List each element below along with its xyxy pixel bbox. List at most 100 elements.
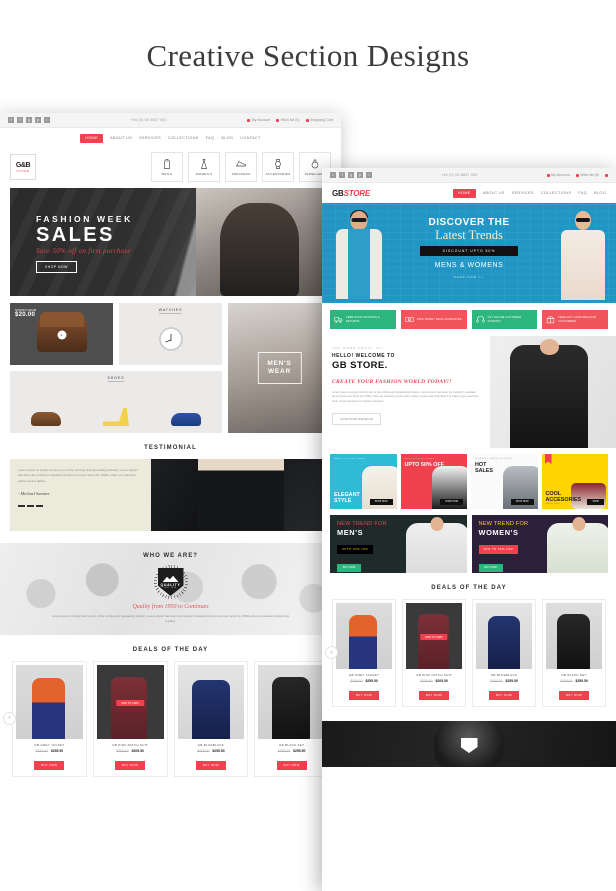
nav-item-collections[interactable]: COLLECTIONS <box>541 191 572 195</box>
service-gift-card[interactable]: FREE GIFT CARD REGULAR CUSTOMERS <box>542 310 608 329</box>
product-image: ADD TO CART <box>406 603 462 669</box>
mountain-icon <box>162 575 179 582</box>
nav-item-home[interactable]: HOME <box>80 133 103 143</box>
nav-links-a: HOME ABOUT US SERVICES COLLECTIONS FAQ B… <box>80 133 261 143</box>
promo-shop-now-button[interactable]: SHOP NOW <box>510 499 534 505</box>
promo-sub: SAVE 30% <box>545 503 561 505</box>
product-card[interactable]: ADD TO CART GB PINK PATCH SUIT $395.50 $2… <box>402 599 466 707</box>
sneaker-icon <box>235 161 246 167</box>
promo-card-hot-sales[interactable]: WOMEN'S FASHION WEEK HOT SALES SHOP NOW <box>471 454 538 509</box>
nav-item-blog[interactable]: BLOG <box>221 136 233 140</box>
service-money-back[interactable]: 100% MONEY BACK GUARANTEE <box>400 310 467 329</box>
nav-item-faq[interactable]: FAQ <box>578 191 587 195</box>
grid-cell-shoes[interactable]: SHOES <box>10 371 222 433</box>
google-plus-icon[interactable]: g <box>348 172 354 178</box>
hero-shop-now-button[interactable]: SHOP NOW <box>36 261 77 273</box>
deals-prev-arrow-a[interactable]: ‹ <box>3 711 16 725</box>
nav-item-faq[interactable]: FAQ <box>206 136 215 140</box>
hero-male-model <box>326 210 392 303</box>
shoe-yellow-heel <box>103 408 129 426</box>
truck-icon <box>334 317 343 323</box>
testimonial-pager[interactable] <box>18 505 143 508</box>
google-plus-icon[interactable]: g <box>26 117 32 123</box>
continue-reading-button[interactable]: CONTINUE READING <box>332 413 382 426</box>
product-card[interactable]: GB BLUEBLACK $395.50 $255.50 BUY NOW <box>173 661 249 777</box>
category-mens[interactable]: MEN'S <box>151 152 183 182</box>
grid-cell-watches[interactable]: WATCHES <box>119 303 222 365</box>
product-card[interactable]: GB GREY JACKET $395.50 $255.50 BUY NOW <box>12 661 87 777</box>
twitter-icon[interactable]: t <box>330 172 336 178</box>
facebook-icon[interactable]: f <box>17 117 23 123</box>
add-to-cart-badge[interactable]: ADD TO CART <box>420 634 448 641</box>
buy-now-button[interactable]: BUY NOW <box>418 690 450 700</box>
grid-cell-bag[interactable]: STARTS FROM $20.00 ⌕ <box>10 303 113 365</box>
my-account-link[interactable]: My Account <box>546 173 570 177</box>
nav-item-blog[interactable]: BLOG <box>594 191 606 195</box>
facebook-icon[interactable]: f <box>339 172 345 178</box>
watch-image <box>158 326 183 351</box>
pinterest-icon[interactable]: p <box>357 172 363 178</box>
product-card[interactable]: GB BLACK SET $395.50 $255.50 BUY NOW <box>542 599 606 707</box>
promo-cards-row: MEN'S COLLECTIONS ELEGANT STYLE SHOP NOW… <box>322 448 616 509</box>
product-price: $395.50 $255.50 <box>258 749 325 753</box>
hero-b-shop-now[interactable]: SHOP NOW >> <box>414 275 524 279</box>
nav-item-about-us[interactable]: ABOUT US <box>110 136 132 140</box>
service-free-shipping[interactable]: FREE DOOR SHIPPING & RETURNS <box>330 310 396 329</box>
cart-link[interactable] <box>605 173 608 177</box>
testimonial-image <box>151 459 331 531</box>
product-card[interactable]: GB BLUEBLACK $395.50 $255.50 BUY NOW <box>472 599 536 707</box>
logo-part2: STORE <box>343 188 371 198</box>
trend-buy-now-button[interactable]: BUY NOW <box>337 563 362 572</box>
promo-shop-now-button[interactable]: SHOP NOW <box>440 499 463 505</box>
buy-now-button[interactable]: BUY NOW <box>276 760 307 770</box>
product-card[interactable]: ADD TO CART GB PINK PATCH SUIT $395.50 $2… <box>92 661 168 777</box>
category-accessories[interactable]: ACCESSORIES <box>262 152 294 182</box>
trend-banner-womens[interactable]: NEW TREND FOR WOMEN'S 35% TO 50% OFF BUY… <box>471 515 608 573</box>
buy-now-button[interactable]: BUY NOW <box>34 760 65 770</box>
trend-banners-row: NEW TREND FOR MEN'S UPTO 50% OFF BUY NOW… <box>322 509 616 573</box>
trend-buy-now-button[interactable]: BUY NOW <box>478 563 503 572</box>
promo-card-upto-50-off[interactable]: KID'S COLLECTIONS UPTO 50% OFF SHOP NOW <box>400 454 467 509</box>
promo-shop-now-button[interactable]: SHOP NOW <box>369 499 393 505</box>
product-name: GB PINK PATCH SUIT <box>112 743 149 747</box>
category-sneakers[interactable]: SNEAKERS <box>225 152 257 182</box>
wishlist-link[interactable]: Wish list (0) <box>575 173 599 177</box>
nav-item-collections[interactable]: COLLECTIONS <box>168 136 199 140</box>
add-to-cart-badge[interactable]: ADD TO CART <box>116 700 144 707</box>
promo-card-elegant-style[interactable]: MEN'S COLLECTIONS ELEGANT STYLE SHOP NOW <box>330 454 397 509</box>
category-sneakers-label: SNEAKERS <box>231 172 251 176</box>
magnifier-icon[interactable]: ⌕ <box>57 330 66 340</box>
service-customer-support[interactable]: 24/7 ONLINE CUSTOMER SUPPORT <box>471 310 538 329</box>
product-old-price: $395.50 <box>35 749 48 753</box>
nav-item-services[interactable]: SERVICES <box>512 191 534 195</box>
nav-item-services[interactable]: SERVICES <box>139 136 161 140</box>
nav-item-contact[interactable]: CONTACT <box>240 136 261 140</box>
site-logo-b[interactable]: GBSTORE <box>332 189 370 198</box>
buy-now-button[interactable]: BUY NOW <box>348 690 380 700</box>
grid-cell-menswear[interactable]: MEN'S WEAR <box>228 303 331 433</box>
category-womens[interactable]: WOMEN'S <box>188 152 220 182</box>
product-card[interactable]: GB GREY JACKET $395.50 $255.50 BUY NOW <box>332 599 396 707</box>
buy-now-button[interactable]: BUY NOW <box>558 690 590 700</box>
product-old-price: $395.50 <box>197 749 210 753</box>
cart-link[interactable]: Shopping Cart <box>305 118 333 122</box>
promo-card-cool-accesories[interactable]: COOL ACCESORIES SAVE 30% SHOP <box>541 454 608 509</box>
bag-price-tag: STARTS FROM $20.00 <box>15 308 36 318</box>
twitter-icon[interactable]: t <box>8 117 14 123</box>
nav-item-about-us[interactable]: ABOUT US <box>483 191 505 195</box>
shoes-label: SHOES <box>107 376 125 382</box>
buy-now-button[interactable]: BUY NOW <box>195 760 226 770</box>
social-icons-b[interactable]: t f g p i <box>330 172 372 178</box>
nav-item-home[interactable]: HOME <box>452 188 476 198</box>
site-logo-a[interactable]: G&B STORE <box>10 154 36 180</box>
wishlist-link[interactable]: Wish list (0) <box>276 118 300 122</box>
about-kicker: SEE MORE ABOUT US! <box>332 346 385 350</box>
pinterest-icon[interactable]: p <box>35 117 41 123</box>
product-card[interactable]: GB BLACK SET $395.50 $255.50 BUY NOW <box>254 661 329 777</box>
social-icons-a[interactable]: t f g p i <box>8 117 50 123</box>
promo-shop-now-button[interactable]: SHOP <box>587 499 604 505</box>
buy-now-button[interactable]: BUY NOW <box>115 760 146 770</box>
buy-now-button[interactable]: BUY NOW <box>488 690 520 700</box>
my-account-link[interactable]: My Account <box>247 118 270 122</box>
trend-banner-mens[interactable]: NEW TREND FOR MEN'S UPTO 50% OFF BUY NOW <box>330 515 467 573</box>
